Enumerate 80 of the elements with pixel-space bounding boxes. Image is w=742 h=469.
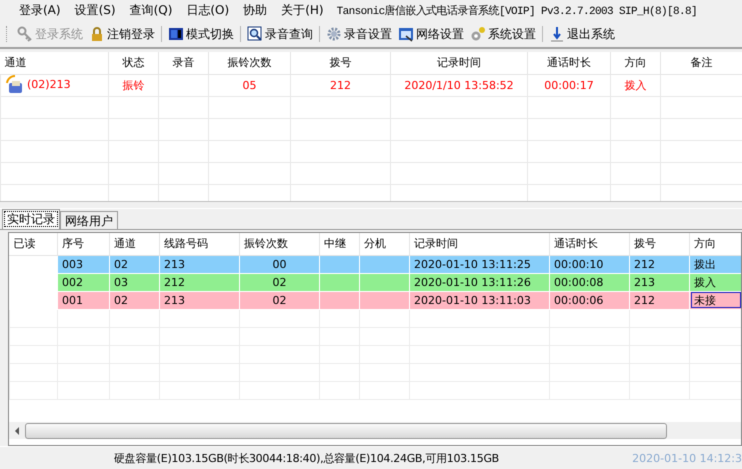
table-cell: 00 bbox=[240, 255, 320, 274]
column-header[interactable]: 中继 bbox=[320, 232, 360, 256]
table-cell: 2020/1/10 13:58:52 bbox=[390, 74, 528, 96]
column-header[interactable]: 方向 bbox=[610, 52, 660, 74]
scrollbar-thumb[interactable] bbox=[25, 422, 667, 439]
gear-icon bbox=[326, 26, 342, 42]
table-cell: 2020-01-10 13:11:26 bbox=[410, 273, 550, 292]
column-header[interactable]: 录音 bbox=[158, 52, 208, 74]
menu-item[interactable]: 关于(H) bbox=[274, 2, 331, 20]
key-icon bbox=[17, 26, 33, 42]
column-header[interactable]: 状态 bbox=[108, 52, 158, 74]
tab[interactable]: 实时记录 bbox=[2, 208, 60, 229]
table-cell: 02 bbox=[240, 291, 320, 310]
toolbar-button[interactable]: 网络设置 bbox=[395, 24, 467, 44]
table-cell: 02 bbox=[110, 291, 160, 310]
monitor-icon bbox=[168, 26, 184, 42]
table-cell: 拨入 bbox=[610, 74, 660, 96]
table-cell: 212 bbox=[630, 291, 690, 310]
table-cell: 00:00:10 bbox=[550, 255, 630, 274]
column-header[interactable]: 序号 bbox=[58, 232, 110, 256]
padlock-icon bbox=[89, 26, 105, 42]
column-header[interactable]: 记录时间 bbox=[390, 52, 528, 74]
toolbar-button[interactable]: 系统设置 bbox=[467, 24, 539, 44]
tab[interactable]: 网络用户 bbox=[60, 210, 118, 229]
column-header[interactable]: 振铃次数 bbox=[208, 52, 290, 74]
table-cell: 213 bbox=[630, 273, 690, 292]
table-cell: 02 bbox=[240, 273, 320, 292]
table-cell: 02 bbox=[110, 255, 160, 274]
table-cell: 212 bbox=[630, 255, 690, 274]
column-header[interactable]: 通道 bbox=[110, 232, 160, 256]
column-header[interactable]: 通话时长 bbox=[550, 232, 630, 256]
column-header[interactable]: 方向 bbox=[690, 232, 741, 256]
column-header[interactable]: 线路号码 bbox=[160, 232, 240, 256]
column-header[interactable]: 振铃次数 bbox=[240, 232, 320, 256]
table-cell: 213 bbox=[160, 255, 240, 274]
table-cell: 00:00:06 bbox=[550, 291, 630, 310]
column-header[interactable]: 已读 bbox=[10, 232, 58, 256]
table-cell: (02)213 bbox=[27, 78, 71, 92]
down-arrow-icon bbox=[549, 26, 565, 42]
column-header[interactable]: 拨号 bbox=[290, 52, 390, 74]
table-cell: 002 bbox=[58, 273, 110, 292]
table-cell: 212 bbox=[290, 74, 390, 96]
table-cell: 拨出 bbox=[690, 255, 741, 274]
gears-icon bbox=[470, 26, 486, 42]
column-header[interactable]: 记录时间 bbox=[410, 232, 550, 256]
disk-capacity-text: 硬盘容量(E)103.15GB(时长30044:18:40),总容量(E)104.24GB,可用103.15GB bbox=[114, 450, 499, 466]
column-header[interactable]: 分机 bbox=[360, 232, 410, 256]
column-header[interactable]: 通话时长 bbox=[528, 52, 610, 74]
toolbar-button[interactable]: 录音设置 bbox=[323, 24, 395, 44]
toolbar-button[interactable]: 退出系统 bbox=[546, 24, 618, 44]
splitter-bar[interactable] bbox=[0, 200, 742, 209]
table-cell: 振铃 bbox=[108, 74, 158, 96]
column-header[interactable]: 备注 bbox=[660, 52, 742, 74]
menu-item[interactable]: 协助 bbox=[236, 2, 274, 20]
window-title: Tansonic唐信嵌入式电话录音系统[VOIP] Pv3.2.7.2003 SIP_H(8)[8.8] bbox=[336, 4, 698, 18]
table-cell: 003 bbox=[58, 255, 110, 274]
menu-item[interactable]: 登录(A) bbox=[12, 2, 68, 20]
table-cell: 2020-01-10 13:11:25 bbox=[410, 255, 550, 274]
column-header[interactable]: 通道 bbox=[0, 52, 108, 74]
menu-item[interactable]: 设置(S) bbox=[68, 2, 123, 20]
column-header[interactable]: 拨号 bbox=[630, 232, 690, 256]
table-cell: 001 bbox=[58, 291, 110, 310]
table-cell: 00:00:17 bbox=[528, 74, 610, 96]
toolbar-button[interactable]: 模式切换 bbox=[165, 24, 237, 44]
table-cell: 2020-01-10 13:11:03 bbox=[410, 291, 550, 310]
status-time: 2020-01-10 14:12:3 bbox=[632, 452, 742, 465]
network-window-icon bbox=[398, 26, 414, 42]
table-cell: 未接 bbox=[690, 291, 741, 310]
table-cell: 拨入 bbox=[690, 273, 741, 292]
table-cell: 03 bbox=[110, 273, 160, 292]
table-cell: 212 bbox=[160, 273, 240, 292]
menu-item[interactable]: 日志(O) bbox=[179, 2, 236, 20]
toolbar-button[interactable]: 录音查询 bbox=[244, 24, 316, 44]
table-cell: 213 bbox=[160, 291, 240, 310]
table-cell: 05 bbox=[208, 74, 290, 96]
search-icon bbox=[247, 26, 263, 42]
menu-item[interactable]: 查询(Q) bbox=[122, 2, 180, 20]
table-cell: 00:00:08 bbox=[550, 273, 630, 292]
ringing-phone-icon bbox=[5, 75, 25, 96]
toolbar-button[interactable]: 注销登录 bbox=[86, 24, 158, 44]
